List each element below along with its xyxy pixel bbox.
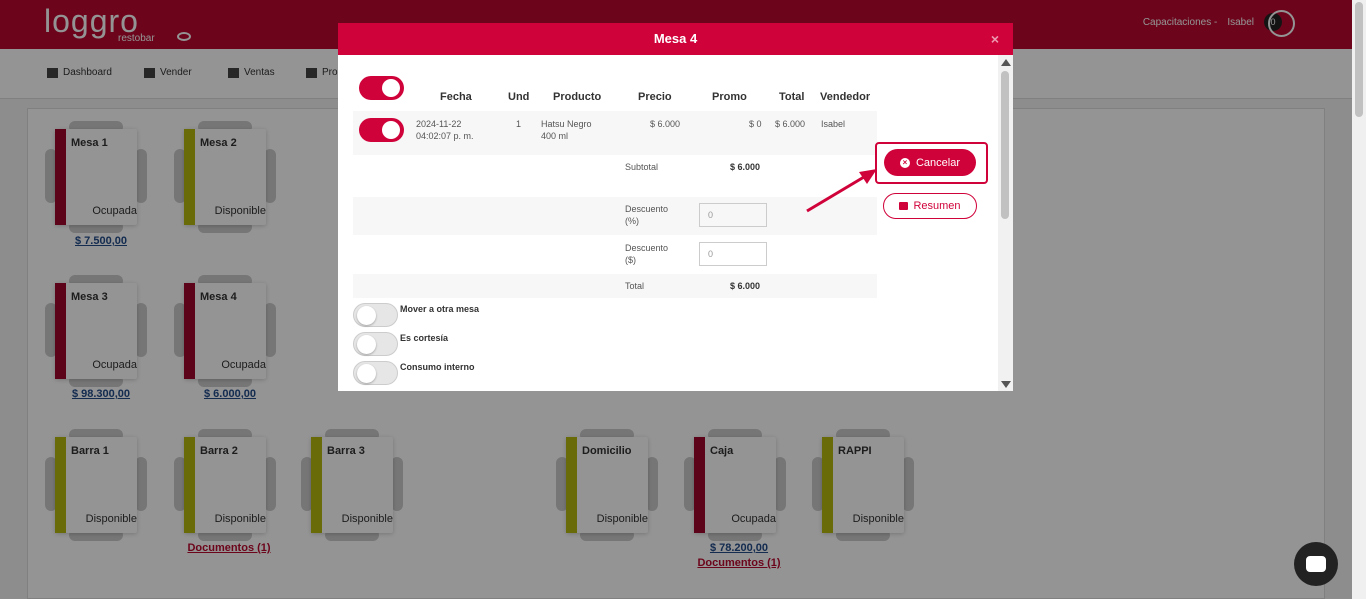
select-all-toggle[interactable] — [359, 76, 404, 100]
row-precio: $ 6.000 — [650, 119, 681, 129]
row-vendedor: Isabel — [821, 119, 846, 129]
row-total: $ 6.000 — [775, 119, 806, 129]
internal-consumption-label: Consumo interno — [400, 362, 475, 372]
discount-pct-label: Descuento (%) — [625, 204, 669, 226]
chat-button[interactable] — [1294, 542, 1338, 586]
subtotal-value: $ 6.000 — [730, 162, 761, 172]
row-toggle[interactable] — [359, 118, 404, 142]
page-scrollbar[interactable] — [1352, 0, 1366, 599]
col-und: Und — [508, 91, 530, 103]
cancel-circle-icon: × — [899, 157, 910, 168]
discount-amt-label: Descuento ($) — [625, 243, 669, 265]
cancel-label: Cancelar — [915, 156, 961, 169]
total-label: Total — [625, 281, 645, 291]
chat-icon — [1306, 556, 1326, 572]
subtotal-label: Subtotal — [625, 162, 659, 172]
col-precio: Precio — [638, 91, 672, 103]
modal-scrollbar[interactable] — [998, 55, 1013, 391]
col-producto: Producto — [553, 91, 602, 103]
discount-row — [353, 197, 877, 235]
modal-title: Mesa 4 — [653, 31, 698, 46]
close-icon[interactable]: × — [991, 23, 999, 55]
summary-label: Resumen — [913, 200, 961, 212]
col-vendedor: Vendedor — [820, 91, 871, 103]
col-promo: Promo — [712, 91, 747, 103]
courtesy-label: Es cortesía — [400, 333, 449, 343]
row-promo: $ 0 — [749, 119, 762, 129]
print-icon — [899, 202, 909, 210]
internal-consumption-toggle[interactable] — [353, 361, 398, 385]
total-row — [353, 274, 877, 298]
modal-body: Fecha Und Producto Precio Promo Total Ve… — [338, 55, 1013, 391]
discount-amt-input[interactable]: 0 — [699, 242, 767, 266]
discount-pct-input[interactable]: 0 — [699, 203, 767, 227]
cancel-button[interactable]: × Cancelar — [884, 149, 976, 176]
move-table-toggle[interactable] — [353, 303, 398, 327]
col-fecha: Fecha — [440, 91, 472, 103]
row-producto: Hatsu Negro 400 ml — [541, 119, 592, 141]
modal-header: Mesa 4 × — [338, 23, 1013, 55]
col-total: Total — [779, 91, 805, 103]
row-und: 1 — [516, 119, 522, 129]
arrow-icon — [806, 169, 877, 213]
table-modal: Mesa 4 × Fecha Und Producto Precio Promo… — [338, 23, 1013, 391]
courtesy-toggle[interactable] — [353, 332, 398, 356]
move-table-label: Mover a otra mesa — [400, 304, 480, 314]
total-value: $ 6.000 — [730, 281, 761, 291]
row-fecha: 2024-11-22 04:02:07 p. m. — [416, 119, 474, 141]
summary-button[interactable]: Resumen — [883, 193, 977, 219]
